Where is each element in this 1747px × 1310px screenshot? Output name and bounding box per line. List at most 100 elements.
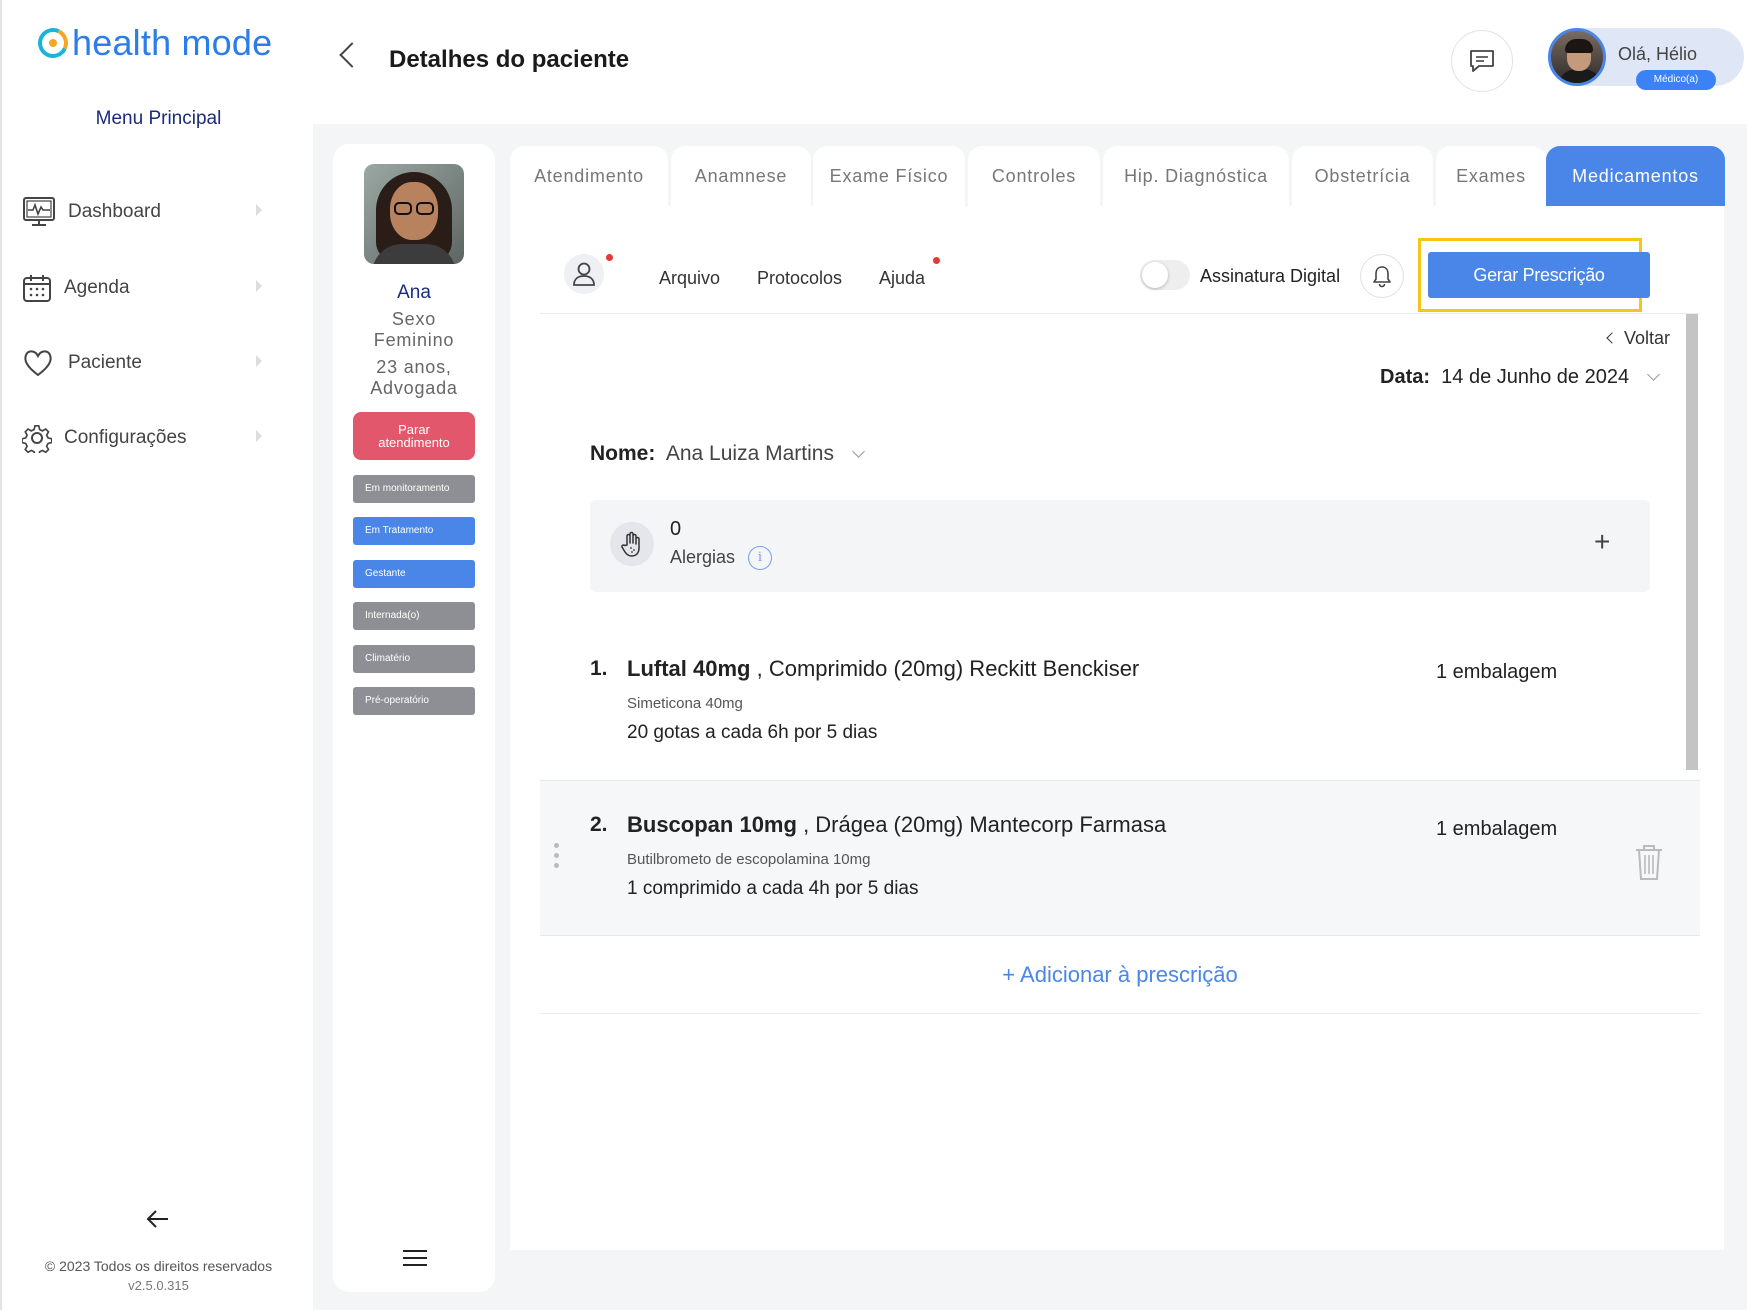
copyright-text: © 2023 Todos os direitos reservados xyxy=(44,1258,273,1274)
prescription-toolbar: Arquivo Protocolos Ajuda Assinatura Digi… xyxy=(540,238,1700,314)
chevron-right-icon xyxy=(256,355,262,367)
medication-dosage: 1 comprimido a cada 4h por 5 dias xyxy=(627,878,919,899)
voltar-label: Voltar xyxy=(1624,328,1671,348)
notification-dot xyxy=(933,257,940,264)
allergies-box: 0 Alergias i + xyxy=(590,500,1650,592)
avatar xyxy=(1548,28,1606,86)
patient-age: 23 anos, xyxy=(376,357,452,377)
patient-sex-label: Sexo xyxy=(391,309,437,329)
person-icon[interactable] xyxy=(564,254,604,294)
logo[interactable]: health mode xyxy=(33,22,273,64)
date-selector[interactable]: Data: 14 de Junho de 2024 xyxy=(1380,366,1660,389)
tab-atendimento[interactable]: Atendimento xyxy=(510,146,668,206)
chevron-left-icon xyxy=(1606,332,1618,344)
medication-generic: Simeticona 40mg xyxy=(627,695,743,712)
status-pre-operatorio[interactable]: Pré-operatório xyxy=(353,687,475,715)
user-greeting: Olá, Hélio xyxy=(1618,44,1698,64)
date-label: Data: xyxy=(1380,366,1431,388)
patient-name: Ana xyxy=(397,282,431,303)
logo-text: health mode xyxy=(72,22,273,63)
tab-anamnese[interactable]: Anamnese xyxy=(671,146,811,206)
tab-hip-diagnostica[interactable]: Hip. Diagnóstica xyxy=(1103,146,1289,206)
patient-name-selector[interactable]: Nome: Ana Luiza Martins xyxy=(590,442,865,466)
scrollbar[interactable] xyxy=(1686,314,1698,770)
chat-button[interactable] xyxy=(1451,30,1513,92)
sidebar-item-dashboard[interactable]: Dashboard xyxy=(22,192,272,232)
ajuda-link[interactable]: Ajuda xyxy=(879,268,925,289)
sidebar-item-configuracoes[interactable]: Configurações xyxy=(22,418,272,458)
tab-controles[interactable]: Controles xyxy=(968,146,1100,206)
status-internada[interactable]: Internada(o) xyxy=(353,602,475,630)
info-icon[interactable]: i xyxy=(748,546,772,570)
medication-quantity: 1 embalagem xyxy=(1436,818,1558,840)
tab-medicamentos[interactable]: Medicamentos xyxy=(1546,146,1725,206)
medication-quantity: 1 embalagem xyxy=(1436,661,1558,683)
digital-signature-label: Assinatura Digital xyxy=(1200,266,1341,286)
status-gestante[interactable]: Gestante xyxy=(353,560,475,588)
chevron-down-icon xyxy=(851,445,865,458)
medication-details: , Drágea (20mg) Mantecorp Farmasa xyxy=(803,812,1167,837)
sidebar-item-label: Configurações xyxy=(64,427,187,448)
status-em-monitoramento[interactable]: Em monitoramento xyxy=(353,475,475,503)
chevron-down-icon xyxy=(1646,368,1660,381)
monitor-pulse-icon xyxy=(22,195,56,229)
sidebar-item-label: Dashboard xyxy=(68,201,161,222)
collapse-sidebar-arrow-icon[interactable] xyxy=(146,1205,170,1236)
allergies-label: Alergias xyxy=(670,547,736,567)
date-value: 14 de Junho de 2024 xyxy=(1441,366,1630,388)
medication-dosage: 20 gotas a cada 6h por 5 dias xyxy=(627,722,878,743)
bell-button[interactable] xyxy=(1360,254,1404,298)
tab-exame-fisico[interactable]: Exame Físico xyxy=(813,146,965,206)
stop-attendance-button[interactable]: Parar atendimento xyxy=(353,412,475,460)
patient-occupation: Advogada xyxy=(370,378,458,398)
sidebar: health mode Menu Principal Dashboard Age… xyxy=(0,0,313,1310)
sidebar-item-agenda[interactable]: Agenda xyxy=(22,268,272,308)
tab-obstetricia[interactable]: Obstetrícia xyxy=(1292,146,1433,206)
chevron-right-icon xyxy=(256,280,262,292)
hamburger-menu-icon[interactable] xyxy=(403,1250,427,1266)
logo-icon xyxy=(33,23,73,63)
hand-stop-icon xyxy=(610,522,654,566)
medication-title[interactable]: Buscopan 10mg , Drágea (20mg) Mantecorp … xyxy=(627,812,1166,838)
generate-prescription-button[interactable]: Gerar Prescrição xyxy=(1428,252,1650,298)
add-to-prescription-row: + Adicionar à prescrição xyxy=(540,936,1700,1014)
medication-number: 2. xyxy=(590,813,608,836)
tab-exames[interactable]: Exames xyxy=(1436,146,1546,206)
trash-icon[interactable] xyxy=(1634,843,1664,881)
sidebar-item-label: Paciente xyxy=(68,352,142,373)
back-chevron-icon[interactable] xyxy=(339,42,365,68)
drag-handle-icon[interactable] xyxy=(554,843,560,873)
medication-title[interactable]: Luftal 40mg , Comprimido (20mg) Reckitt … xyxy=(627,656,1139,682)
chevron-right-icon xyxy=(256,430,262,442)
menu-title: Menu Principal xyxy=(95,108,222,129)
medication-name: Luftal 40mg xyxy=(627,656,751,681)
sidebar-item-paciente[interactable]: Paciente xyxy=(22,343,272,383)
voltar-link[interactable]: Voltar xyxy=(1606,328,1671,349)
arquivo-link[interactable]: Arquivo xyxy=(659,268,720,289)
medication-number: 1. xyxy=(590,657,608,680)
page-title: Detalhes do paciente xyxy=(389,46,630,73)
add-to-prescription-link[interactable]: + Adicionar à prescrição xyxy=(540,962,1700,988)
protocolos-link[interactable]: Protocolos xyxy=(757,268,842,289)
status-climaterio[interactable]: Climatério xyxy=(353,645,475,673)
user-role-badge: Médico(a) xyxy=(1636,70,1716,90)
patient-sex-value: Feminino xyxy=(373,330,455,350)
name-label: Nome: xyxy=(590,442,656,465)
sidebar-item-label: Agenda xyxy=(64,277,130,298)
heart-icon xyxy=(22,346,54,380)
stop-attendance-label-2: atendimento xyxy=(378,435,450,450)
chat-icon xyxy=(1470,50,1494,72)
medication-generic: Butilbrometo de escopolamina 10mg xyxy=(627,851,871,868)
status-em-tratamento[interactable]: Em Tratamento xyxy=(353,517,475,545)
header: Detalhes do paciente Olá, Hélio Médico(a… xyxy=(313,0,1747,124)
add-allergy-button[interactable]: + xyxy=(1594,526,1610,558)
medication-name: Buscopan 10mg xyxy=(627,812,797,837)
medication-details: , Comprimido (20mg) Reckitt Benckiser xyxy=(756,656,1140,681)
chevron-right-icon xyxy=(256,204,262,216)
digital-signature-toggle[interactable] xyxy=(1140,260,1190,290)
notification-dot xyxy=(606,254,613,261)
name-value: Ana Luiza Martins xyxy=(665,442,834,465)
user-menu[interactable]: Olá, Hélio Médico(a) xyxy=(1548,28,1744,90)
calendar-icon xyxy=(22,271,52,305)
allergies-count: 0 xyxy=(670,518,682,540)
